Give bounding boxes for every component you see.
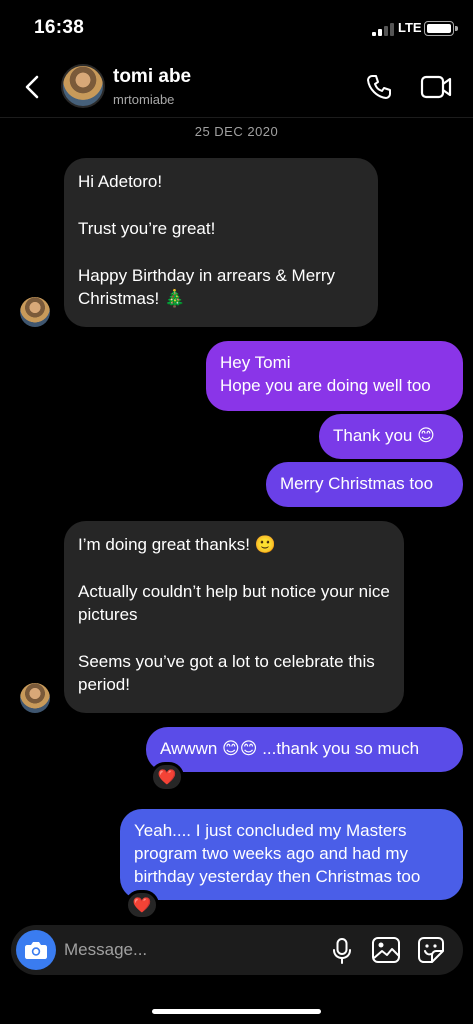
contact-handle: mrtomiabe <box>113 92 175 107</box>
message-line: Awwwn 😊😊 ...thank you so much <box>160 739 420 758</box>
battery-icon <box>424 21 458 36</box>
video-call-button[interactable] <box>420 72 452 102</box>
microphone-icon <box>333 938 351 964</box>
message-line: Hi Adetoro! <box>78 172 163 191</box>
thread-date: 25 DEC 2020 <box>194 124 279 139</box>
audio-call-button[interactable] <box>364 72 394 102</box>
back-arrow-icon <box>25 75 39 99</box>
status-bar: 16:38 LTE <box>0 0 473 56</box>
voice-message-button[interactable] <box>329 937 355 965</box>
message-line: Trust you’re great! <box>78 219 216 238</box>
outgoing-message[interactable]: Yeah.... I just concluded my Masters pro… <box>120 809 463 900</box>
camera-button[interactable] <box>16 930 56 970</box>
message-line: Yeah.... I just concluded my Masters pro… <box>134 821 421 886</box>
message-line: Hey Tomi <box>220 353 291 372</box>
message-line: Hope you are doing well too <box>220 376 431 395</box>
outgoing-message[interactable]: Awwwn 😊😊 ...thank you so much <box>146 727 463 772</box>
message-line: Happy Birthday in arrears & Merry Christ… <box>78 266 335 308</box>
network-label: LTE <box>398 20 422 35</box>
home-indicator[interactable] <box>152 1009 321 1014</box>
message-line: Actually couldn’t help but notice your n… <box>78 582 390 624</box>
heart-icon: ❤️ <box>157 769 177 786</box>
message-line: Thank you 😊 <box>333 426 435 445</box>
contact-avatar[interactable] <box>61 64 105 108</box>
message-input[interactable] <box>64 938 264 962</box>
outgoing-message[interactable]: Thank you 😊 <box>319 414 463 459</box>
video-camera-icon <box>420 75 452 99</box>
message-line: Seems you’ve got a lot to celebrate this… <box>78 652 375 694</box>
message-line: Merry Christmas too <box>280 474 434 493</box>
sender-avatar[interactable] <box>20 683 50 713</box>
signal-icon <box>372 23 394 36</box>
camera-icon <box>25 942 47 959</box>
back-button[interactable] <box>18 70 48 104</box>
message-reaction[interactable]: ❤️ <box>125 890 159 920</box>
heart-icon: ❤️ <box>132 897 152 914</box>
incoming-message[interactable]: I’m doing great thanks! 🙂 Actually could… <box>64 521 404 713</box>
outgoing-message[interactable]: Merry Christmas too <box>266 462 463 507</box>
gallery-icon <box>372 937 400 963</box>
contact-name[interactable]: tomi abe <box>113 66 191 88</box>
gallery-button[interactable] <box>371 936 401 964</box>
sticker-button[interactable] <box>416 936 446 964</box>
chat-header: tomi abe mrtomiabe <box>0 56 473 118</box>
sender-avatar[interactable] <box>20 297 50 327</box>
sticker-icon <box>418 937 444 963</box>
message-reaction[interactable]: ❤️ <box>150 762 184 792</box>
incoming-message[interactable]: Hi Adetoro! Trust you’re great! Happy Bi… <box>64 158 378 327</box>
outgoing-message[interactable]: Hey Tomi Hope you are doing well too <box>206 341 463 411</box>
message-composer <box>11 925 463 975</box>
status-time: 16:38 <box>34 17 85 38</box>
phone-icon <box>367 75 391 99</box>
message-line: I’m doing great thanks! 🙂 <box>78 535 276 554</box>
